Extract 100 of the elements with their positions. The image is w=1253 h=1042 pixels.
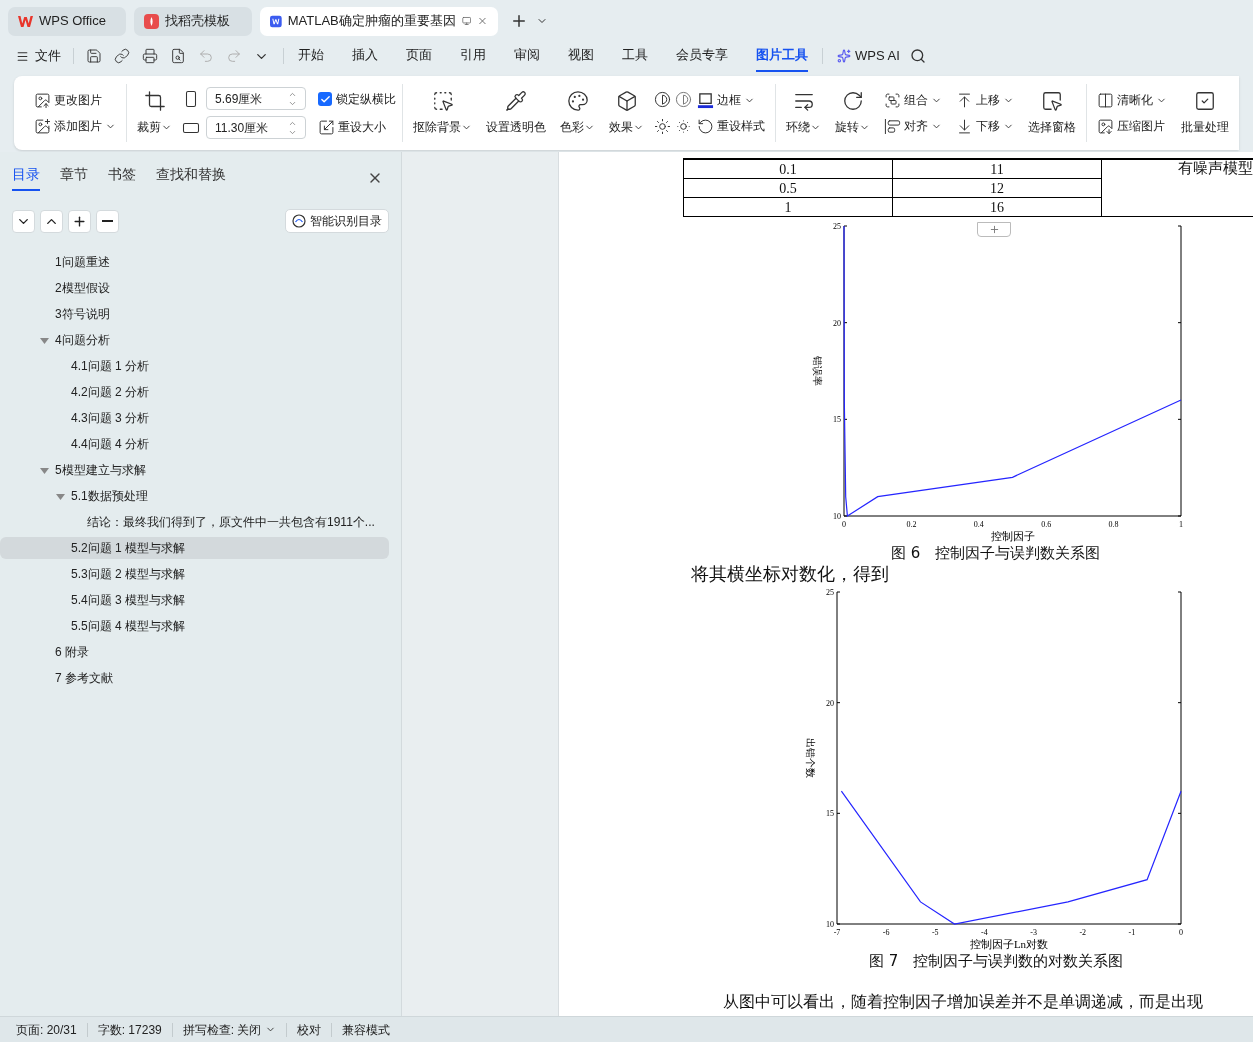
- border-icon: [697, 91, 714, 109]
- table-cell: 0.5: [683, 178, 893, 198]
- menu-tab[interactable]: 图片工具: [756, 40, 808, 72]
- ribbon-button[interactable]: 旋转: [831, 84, 874, 142]
- ribbon-button[interactable]: 裁剪: [133, 84, 176, 142]
- menu-tab[interactable]: 工具: [622, 40, 648, 72]
- status-item[interactable]: 兼容模式: [332, 1020, 401, 1039]
- add-level-button[interactable]: [68, 209, 91, 233]
- link-icon[interactable]: [114, 48, 130, 64]
- ribbon-button[interactable]: 选择窗格: [1024, 84, 1080, 142]
- outline-item[interactable]: 4.1问题 1 分析: [0, 355, 389, 377]
- ribbon-button[interactable]: 对齐: [880, 117, 946, 135]
- tick-label: 15: [826, 809, 834, 819]
- ribbon-button[interactable]: 抠除背景: [409, 84, 476, 142]
- ribbon-button[interactable]: 设置透明色: [482, 84, 550, 142]
- ribbon-button[interactable]: 压缩图片: [1093, 117, 1171, 135]
- outline-item[interactable]: 4.2问题 2 分析: [0, 381, 389, 403]
- new-tab-icon[interactable]: [510, 12, 528, 30]
- outline-item[interactable]: 5.4问题 3 模型与求解: [0, 589, 389, 611]
- menu-tab[interactable]: 开始: [298, 40, 324, 72]
- save-icon[interactable]: [86, 48, 102, 64]
- outline-item[interactable]: 5.3问题 2 模型与求解: [0, 563, 389, 585]
- brightness-icon[interactable]: [674, 118, 692, 135]
- axis-title: 控制因子: [990, 530, 1035, 542]
- contrast-icon[interactable]: [654, 91, 671, 108]
- size-field[interactable]: 11.30厘米: [206, 116, 306, 139]
- menu-tab[interactable]: 引用: [460, 40, 486, 72]
- tick-label: 25: [833, 222, 841, 231]
- sidebar-tab[interactable]: 目录: [12, 164, 40, 191]
- tick-label: 15: [833, 415, 841, 425]
- file-menu[interactable]: 文件: [35, 46, 61, 66]
- outline-item[interactable]: 3符号说明: [0, 303, 389, 325]
- ribbon-button[interactable]: 下移: [952, 117, 1018, 135]
- smart-toc-button[interactable]: 智能识别目录: [285, 209, 389, 233]
- menu-tab[interactable]: 页面: [406, 40, 432, 72]
- sidebar-tab[interactable]: 查找和替换: [156, 164, 226, 191]
- outline-item[interactable]: 5.5问题 4 模型与求解: [0, 615, 389, 637]
- minus-icon: [102, 220, 113, 222]
- ribbon-button[interactable]: 更改图片: [30, 91, 120, 109]
- outline-item[interactable]: 4问题分析: [0, 329, 389, 351]
- eyedropper-icon: [505, 90, 527, 112]
- print-preview-icon[interactable]: [170, 48, 186, 64]
- resize-icon: [318, 118, 335, 136]
- ribbon-button[interactable]: 效果: [605, 84, 648, 142]
- aspect-ratio-checkbox[interactable]: 锁定纵横比: [318, 90, 396, 108]
- status-item[interactable]: 页面: 20/31: [6, 1020, 87, 1039]
- ribbon-button[interactable]: 批量处理: [1177, 84, 1233, 142]
- tick-label: 20: [826, 698, 834, 708]
- menu-icon[interactable]: [16, 49, 29, 63]
- outline-item[interactable]: 6 附录: [0, 641, 389, 663]
- menu-tab[interactable]: 会员专享: [676, 40, 728, 72]
- outline-item[interactable]: 4.3问题 3 分析: [0, 407, 389, 429]
- word-logo-icon: [270, 13, 282, 29]
- ribbon-button[interactable]: 重设大小: [318, 118, 396, 136]
- menu-tab[interactable]: 审阅: [514, 40, 540, 72]
- status-item[interactable]: 拼写检查: 关闭: [172, 1020, 287, 1039]
- sidebar-tab[interactable]: 章节: [60, 164, 88, 191]
- ribbon-button[interactable]: 上移: [952, 91, 1018, 109]
- monitor-icon[interactable]: [461, 15, 472, 27]
- rotate-icon: [841, 90, 864, 112]
- expanded-triangle-icon[interactable]: [40, 465, 49, 475]
- outline-item[interactable]: 7 参考文献: [0, 667, 389, 689]
- menu-tab[interactable]: 插入: [352, 40, 378, 72]
- status-item[interactable]: 字数: 17239: [87, 1020, 172, 1039]
- collapse-up-button[interactable]: [40, 209, 63, 233]
- expand-down-button[interactable]: [12, 209, 35, 233]
- sidebar-tab[interactable]: 书签: [108, 164, 136, 191]
- tick-label: -4: [981, 928, 988, 937]
- add-row-button[interactable]: [977, 222, 1011, 237]
- align-icon: [884, 117, 901, 135]
- outline-item[interactable]: 5.1数据预处理: [0, 485, 389, 507]
- size-field[interactable]: 5.69厘米: [206, 87, 306, 110]
- outline-item[interactable]: 4.4问题 4 分析: [0, 433, 389, 455]
- ribbon-button[interactable]: 环绕: [782, 84, 825, 142]
- ribbon-button[interactable]: 清晰化: [1093, 91, 1171, 109]
- ai-button[interactable]: WPS AI: [855, 46, 900, 66]
- outline-item[interactable]: 5模型建立与求解: [0, 459, 389, 481]
- ribbon-button[interactable]: 添加图片: [30, 117, 120, 135]
- document-tab[interactable]: MATLAB确定肿瘤的重要基因: [260, 6, 498, 36]
- print-icon[interactable]: [142, 48, 158, 64]
- remove-level-button[interactable]: [96, 209, 119, 233]
- outline-item[interactable]: 5.2问题 1 模型与求解: [0, 537, 389, 559]
- ribbon-button[interactable]: 组合: [880, 91, 946, 109]
- ribbon-button[interactable]: 色彩: [556, 84, 599, 142]
- outline-item[interactable]: 2模型假设: [0, 277, 389, 299]
- tick-label: 0.8: [1108, 520, 1119, 529]
- status-item[interactable]: 校对: [287, 1020, 332, 1039]
- search-icon[interactable]: [909, 48, 926, 64]
- expanded-triangle-icon[interactable]: [40, 335, 49, 345]
- outline-item[interactable]: 1问题重述: [0, 251, 389, 273]
- expanded-triangle-icon[interactable]: [56, 491, 65, 501]
- menu-tab[interactable]: 视图: [568, 40, 594, 72]
- outline-item[interactable]: 结论：最终我们得到了，原文件中一共包含有1911个...: [0, 511, 389, 533]
- tick-label: 25: [826, 588, 834, 597]
- sparkle-icon[interactable]: [837, 49, 851, 63]
- document-tab[interactable]: WPS Office: [8, 6, 126, 36]
- ribbon-button[interactable]: 边框: [693, 91, 769, 109]
- brightness-icon[interactable]: [654, 118, 671, 135]
- ribbon-button[interactable]: 重设样式: [693, 117, 769, 135]
- document-tab[interactable]: 找稻壳模板: [134, 6, 252, 36]
